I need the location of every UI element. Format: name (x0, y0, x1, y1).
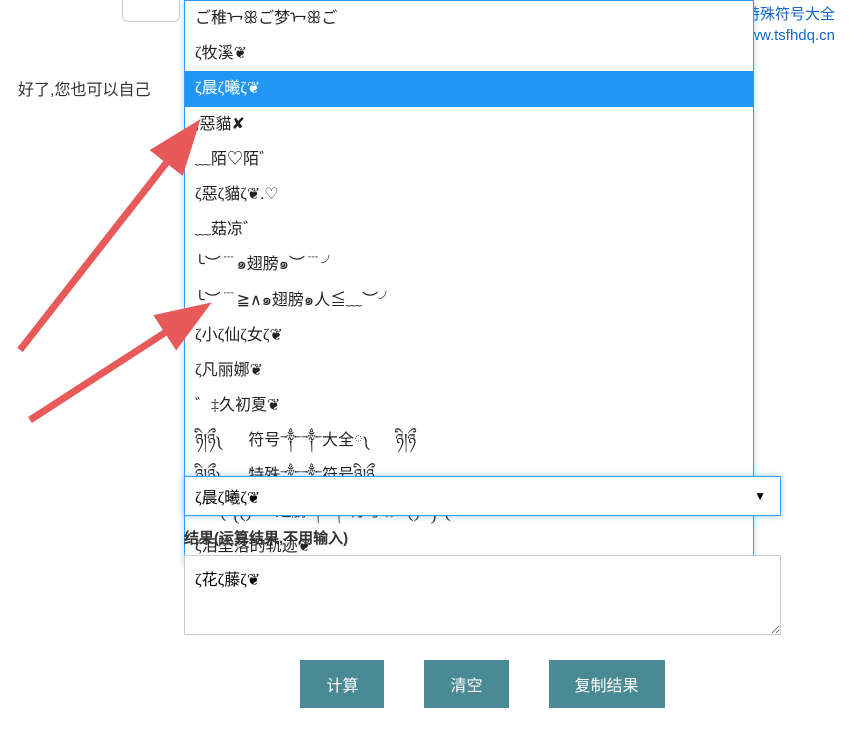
copy-result-button[interactable]: 复制结果 (549, 660, 665, 708)
dropdown-item[interactable]: ζ晨ζ曦ζ❦ (185, 71, 753, 106)
dropdown-item[interactable]: ζ惡ζ貓ζ❦.♡ (185, 177, 753, 212)
dropdown-item[interactable]: ζ凡丽娜❦ (185, 353, 753, 388)
chevron-down-icon: ▼ (754, 489, 766, 504)
dropdown-item[interactable]: ཉི།ཉྀ༾❀༿符号༒༒大全༾❀༿ཉི།ཉྀ (185, 423, 753, 458)
dropdown-item[interactable]: ╰︶﹉≧∧๑翅膀๑人≦﹏︶╯ (185, 283, 753, 318)
dropdown-item[interactable]: ζ牧溪❦ (185, 36, 753, 71)
calc-button[interactable]: 计算 (300, 660, 384, 708)
instruction-text: 好了,您也可以自己 (18, 76, 150, 100)
clear-button[interactable]: 清空 (424, 660, 508, 708)
dropdown-item[interactable]: ゛‡久初夏❦ (185, 388, 753, 423)
style-select[interactable]: ζ晨ζ曦ζ❦ ▼ (184, 476, 781, 516)
dropdown-item[interactable]: ご稚ᢇꕥご梦ᢇꕥご (185, 1, 753, 36)
dropdown-item[interactable]: ╰︶﹉๑翅膀๑︶﹉╯ (185, 247, 753, 282)
result-label: 结果(运算结果,不用输入) (184, 527, 348, 548)
dropdown-item[interactable]: ﹏陌♡陌゛ (185, 142, 753, 177)
dropdown-item[interactable]: ﹏菇凉゛ (185, 212, 753, 247)
dropdown-item[interactable]: ;惡貓✘ (185, 107, 753, 142)
dropdown-item[interactable]: ζ小ζ仙ζ女ζ❦ (185, 318, 753, 353)
result-textarea[interactable] (184, 555, 781, 635)
input-box-partial (122, 0, 180, 22)
button-row: 计算 清空 复制结果 (184, 660, 781, 708)
select-value: ζ晨ζ曦ζ❦ (195, 484, 260, 508)
